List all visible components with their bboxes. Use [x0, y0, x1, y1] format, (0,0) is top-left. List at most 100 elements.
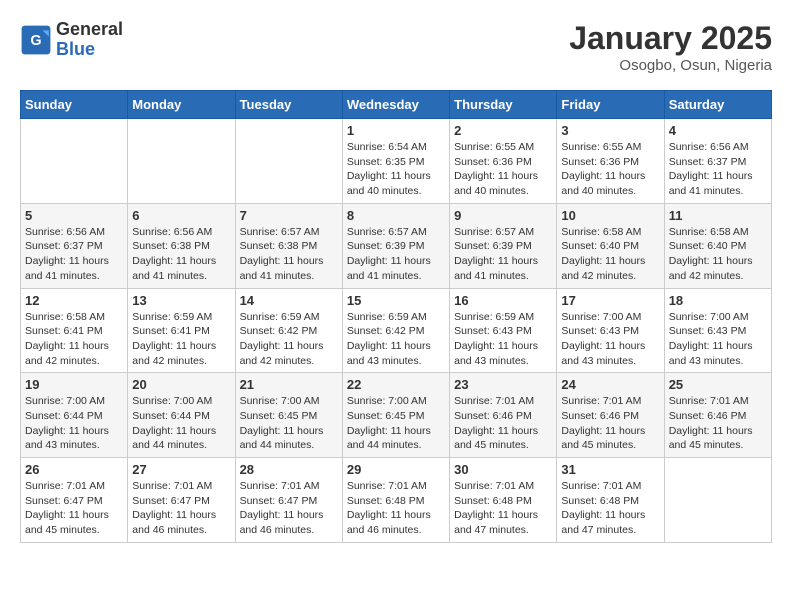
calendar-cell: 21 Sunrise: 7:00 AMSunset: 6:45 PMDaylig… — [235, 373, 342, 458]
calendar-cell: 9 Sunrise: 6:57 AMSunset: 6:39 PMDayligh… — [450, 203, 557, 288]
day-number: 10 — [561, 208, 659, 223]
day-info: Sunrise: 6:58 AMSunset: 6:40 PMDaylight:… — [669, 225, 767, 284]
calendar-cell: 19 Sunrise: 7:00 AMSunset: 6:44 PMDaylig… — [21, 373, 128, 458]
calendar-cell: 3 Sunrise: 6:55 AMSunset: 6:36 PMDayligh… — [557, 119, 664, 204]
calendar-cell: 13 Sunrise: 6:59 AMSunset: 6:41 PMDaylig… — [128, 288, 235, 373]
day-info: Sunrise: 7:01 AMSunset: 6:47 PMDaylight:… — [240, 479, 338, 538]
day-number: 9 — [454, 208, 552, 223]
day-number: 12 — [25, 293, 123, 308]
month-title: January 2025 — [569, 20, 772, 57]
day-info: Sunrise: 7:00 AMSunset: 6:45 PMDaylight:… — [240, 394, 338, 453]
day-info: Sunrise: 7:00 AMSunset: 6:43 PMDaylight:… — [669, 310, 767, 369]
calendar-cell: 11 Sunrise: 6:58 AMSunset: 6:40 PMDaylig… — [664, 203, 771, 288]
calendar-cell — [21, 119, 128, 204]
calendar-cell: 2 Sunrise: 6:55 AMSunset: 6:36 PMDayligh… — [450, 119, 557, 204]
logo-blue-text: Blue — [56, 39, 95, 59]
day-number: 24 — [561, 377, 659, 392]
day-number: 23 — [454, 377, 552, 392]
calendar-cell: 26 Sunrise: 7:01 AMSunset: 6:47 PMDaylig… — [21, 458, 128, 543]
day-info: Sunrise: 6:54 AMSunset: 6:35 PMDaylight:… — [347, 140, 445, 199]
calendar-cell: 25 Sunrise: 7:01 AMSunset: 6:46 PMDaylig… — [664, 373, 771, 458]
calendar-cell: 24 Sunrise: 7:01 AMSunset: 6:46 PMDaylig… — [557, 373, 664, 458]
column-header-sunday: Sunday — [21, 91, 128, 119]
day-info: Sunrise: 6:59 AMSunset: 6:43 PMDaylight:… — [454, 310, 552, 369]
day-number: 25 — [669, 377, 767, 392]
day-number: 31 — [561, 462, 659, 477]
day-number: 19 — [25, 377, 123, 392]
day-number: 13 — [132, 293, 230, 308]
calendar-week-row: 19 Sunrise: 7:00 AMSunset: 6:44 PMDaylig… — [21, 373, 772, 458]
day-info: Sunrise: 6:56 AMSunset: 6:37 PMDaylight:… — [25, 225, 123, 284]
day-number: 26 — [25, 462, 123, 477]
calendar-cell: 14 Sunrise: 6:59 AMSunset: 6:42 PMDaylig… — [235, 288, 342, 373]
calendar-cell: 23 Sunrise: 7:01 AMSunset: 6:46 PMDaylig… — [450, 373, 557, 458]
calendar-cell: 29 Sunrise: 7:01 AMSunset: 6:48 PMDaylig… — [342, 458, 449, 543]
day-info: Sunrise: 7:01 AMSunset: 6:48 PMDaylight:… — [561, 479, 659, 538]
day-info: Sunrise: 6:57 AMSunset: 6:38 PMDaylight:… — [240, 225, 338, 284]
calendar-week-row: 26 Sunrise: 7:01 AMSunset: 6:47 PMDaylig… — [21, 458, 772, 543]
day-info: Sunrise: 7:01 AMSunset: 6:46 PMDaylight:… — [669, 394, 767, 453]
calendar-week-row: 5 Sunrise: 6:56 AMSunset: 6:37 PMDayligh… — [21, 203, 772, 288]
calendar-cell: 27 Sunrise: 7:01 AMSunset: 6:47 PMDaylig… — [128, 458, 235, 543]
day-number: 22 — [347, 377, 445, 392]
calendar-cell: 20 Sunrise: 7:00 AMSunset: 6:44 PMDaylig… — [128, 373, 235, 458]
calendar-cell: 28 Sunrise: 7:01 AMSunset: 6:47 PMDaylig… — [235, 458, 342, 543]
calendar-cell: 18 Sunrise: 7:00 AMSunset: 6:43 PMDaylig… — [664, 288, 771, 373]
calendar-cell: 8 Sunrise: 6:57 AMSunset: 6:39 PMDayligh… — [342, 203, 449, 288]
day-info: Sunrise: 6:55 AMSunset: 6:36 PMDaylight:… — [561, 140, 659, 199]
day-info: Sunrise: 6:58 AMSunset: 6:41 PMDaylight:… — [25, 310, 123, 369]
column-header-friday: Friday — [557, 91, 664, 119]
calendar-header-row: SundayMondayTuesdayWednesdayThursdayFrid… — [21, 91, 772, 119]
svg-text:G: G — [30, 33, 41, 49]
calendar-cell — [128, 119, 235, 204]
calendar-week-row: 1 Sunrise: 6:54 AMSunset: 6:35 PMDayligh… — [21, 119, 772, 204]
day-info: Sunrise: 7:00 AMSunset: 6:43 PMDaylight:… — [561, 310, 659, 369]
day-number: 17 — [561, 293, 659, 308]
day-number: 11 — [669, 208, 767, 223]
calendar-cell: 31 Sunrise: 7:01 AMSunset: 6:48 PMDaylig… — [557, 458, 664, 543]
day-info: Sunrise: 6:56 AMSunset: 6:37 PMDaylight:… — [669, 140, 767, 199]
day-info: Sunrise: 6:58 AMSunset: 6:40 PMDaylight:… — [561, 225, 659, 284]
day-number: 6 — [132, 208, 230, 223]
day-info: Sunrise: 7:00 AMSunset: 6:44 PMDaylight:… — [132, 394, 230, 453]
day-number: 16 — [454, 293, 552, 308]
day-info: Sunrise: 7:01 AMSunset: 6:47 PMDaylight:… — [132, 479, 230, 538]
day-number: 7 — [240, 208, 338, 223]
calendar-cell: 1 Sunrise: 6:54 AMSunset: 6:35 PMDayligh… — [342, 119, 449, 204]
day-number: 18 — [669, 293, 767, 308]
day-info: Sunrise: 7:01 AMSunset: 6:48 PMDaylight:… — [347, 479, 445, 538]
logo-icon: G — [20, 24, 52, 56]
page-header: G General Blue January 2025 Osogbo, Osun… — [20, 20, 772, 74]
calendar-cell: 5 Sunrise: 6:56 AMSunset: 6:37 PMDayligh… — [21, 203, 128, 288]
calendar-cell — [664, 458, 771, 543]
day-number: 15 — [347, 293, 445, 308]
column-header-saturday: Saturday — [664, 91, 771, 119]
column-header-thursday: Thursday — [450, 91, 557, 119]
day-info: Sunrise: 6:55 AMSunset: 6:36 PMDaylight:… — [454, 140, 552, 199]
day-info: Sunrise: 6:59 AMSunset: 6:42 PMDaylight:… — [240, 310, 338, 369]
day-number: 14 — [240, 293, 338, 308]
calendar-cell: 22 Sunrise: 7:00 AMSunset: 6:45 PMDaylig… — [342, 373, 449, 458]
calendar-cell: 4 Sunrise: 6:56 AMSunset: 6:37 PMDayligh… — [664, 119, 771, 204]
calendar-cell: 7 Sunrise: 6:57 AMSunset: 6:38 PMDayligh… — [235, 203, 342, 288]
day-number: 3 — [561, 123, 659, 138]
calendar-cell: 16 Sunrise: 6:59 AMSunset: 6:43 PMDaylig… — [450, 288, 557, 373]
title-block: January 2025 Osogbo, Osun, Nigeria — [569, 20, 772, 74]
calendar-cell: 15 Sunrise: 6:59 AMSunset: 6:42 PMDaylig… — [342, 288, 449, 373]
calendar-cell: 10 Sunrise: 6:58 AMSunset: 6:40 PMDaylig… — [557, 203, 664, 288]
day-info: Sunrise: 6:59 AMSunset: 6:42 PMDaylight:… — [347, 310, 445, 369]
column-header-wednesday: Wednesday — [342, 91, 449, 119]
column-header-tuesday: Tuesday — [235, 91, 342, 119]
day-number: 1 — [347, 123, 445, 138]
logo-general-text: General — [56, 19, 123, 39]
day-info: Sunrise: 6:56 AMSunset: 6:38 PMDaylight:… — [132, 225, 230, 284]
calendar-cell: 17 Sunrise: 7:00 AMSunset: 6:43 PMDaylig… — [557, 288, 664, 373]
calendar-cell: 30 Sunrise: 7:01 AMSunset: 6:48 PMDaylig… — [450, 458, 557, 543]
day-number: 4 — [669, 123, 767, 138]
day-number: 8 — [347, 208, 445, 223]
column-header-monday: Monday — [128, 91, 235, 119]
day-number: 20 — [132, 377, 230, 392]
day-info: Sunrise: 7:01 AMSunset: 6:46 PMDaylight:… — [561, 394, 659, 453]
day-number: 5 — [25, 208, 123, 223]
day-number: 29 — [347, 462, 445, 477]
